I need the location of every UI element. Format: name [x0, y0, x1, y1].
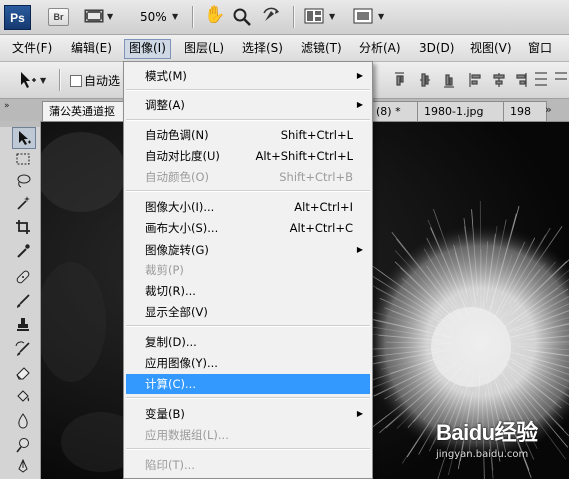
- clone-stamp-tool-button[interactable]: [12, 315, 34, 335]
- baidu-watermark: Baidu经验 jingyan.baidu.com: [436, 415, 564, 467]
- menu-separator: [126, 89, 370, 91]
- marquee-tool-button[interactable]: [12, 149, 34, 169]
- chevron-down-icon[interactable]: ▼: [107, 12, 113, 21]
- eyedropper-icon: [17, 244, 30, 258]
- menu-separator: [126, 325, 370, 327]
- image-menu-dropdown: 模式(M) ▶ 调整(A) ▶ 自动色调(N) Shift+Ctrl+L 自动对比度(…: [123, 61, 373, 479]
- menu-item-canvas-size[interactable]: 画布大小(S)... Alt+Ctrl+C: [125, 218, 371, 238]
- menu-separator: [126, 190, 370, 192]
- history-brush-icon: [15, 341, 30, 356]
- menu-file[interactable]: 文件(F): [8, 39, 56, 57]
- menu-item-image-rotation[interactable]: 图像旋转(G) ▶: [125, 240, 371, 260]
- menu-bar: 文件(F) 编辑(E) 图像(I) 图层(L) 选择(S) 滤镜(T) 分析(A…: [0, 35, 569, 62]
- paint-bucket-icon: [17, 390, 30, 402]
- arrange-documents-icon[interactable]: [304, 8, 324, 24]
- view-extras-button[interactable]: [84, 8, 104, 24]
- screen-mode-icon[interactable]: [353, 8, 373, 24]
- rotate-view-icon[interactable]: [260, 5, 282, 27]
- menu-3d[interactable]: 3D(D): [415, 39, 458, 57]
- menu-item-reveal-all[interactable]: 显示全部(V): [125, 302, 371, 322]
- brush-tool-button[interactable]: [12, 291, 34, 311]
- move-arrow-icon: [19, 131, 31, 145]
- marquee-icon: [16, 153, 30, 165]
- dodge-tool-button[interactable]: [12, 435, 34, 455]
- menu-item-mode[interactable]: 模式(M) ▶: [125, 66, 371, 86]
- menu-item-auto-tone[interactable]: 自动色调(N) Shift+Ctrl+L: [125, 125, 371, 145]
- brush-icon: [17, 294, 30, 308]
- menu-item-image-size[interactable]: 图像大小(I)... Alt+Ctrl+I: [125, 197, 371, 217]
- menu-window[interactable]: 窗口: [524, 39, 556, 57]
- pen-tool-button[interactable]: [12, 457, 34, 477]
- menu-item-adjustments[interactable]: 调整(A) ▶: [125, 95, 371, 115]
- healing-brush-tool-button[interactable]: [12, 267, 34, 287]
- menu-edit[interactable]: 编辑(E): [67, 39, 116, 57]
- tab-document-8[interactable]: (8) *: [371, 101, 421, 121]
- pen-icon: [18, 459, 28, 473]
- zoom-dropdown-icon[interactable]: ▼: [172, 12, 178, 21]
- stamp-icon: [17, 318, 29, 331]
- expand-panels-icon[interactable]: »: [4, 101, 10, 111]
- move-tool-icon[interactable]: [18, 71, 38, 89]
- menu-filter[interactable]: 滤镜(T): [297, 39, 346, 57]
- auto-select-checkbox[interactable]: [70, 75, 82, 87]
- dodge-icon: [16, 438, 29, 453]
- tab-198[interactable]: 198: [503, 101, 547, 121]
- water-drop-icon: [18, 413, 28, 429]
- hand-tool-icon[interactable]: ✋: [204, 5, 225, 25]
- menu-item-calculations[interactable]: 计算(C)...: [126, 374, 370, 394]
- divider: [59, 69, 61, 91]
- bandage-icon: [16, 270, 30, 284]
- align-buttons-icon[interactable]: [392, 70, 542, 90]
- baidu-logo: Baidu经验: [436, 420, 538, 445]
- divider: [293, 6, 295, 28]
- menu-item-auto-color: 自动颜色(O) Shift+Ctrl+B: [145, 170, 353, 184]
- divider: [192, 6, 194, 28]
- menu-view[interactable]: 视图(V): [466, 39, 516, 57]
- eraser-icon: [16, 367, 30, 380]
- menu-item-apply-image[interactable]: 应用图像(Y)...: [125, 353, 371, 373]
- menu-separator: [126, 448, 370, 450]
- history-brush-tool-button[interactable]: [12, 339, 34, 359]
- move-tool-button[interactable]: [12, 127, 36, 149]
- more-tabs-icon[interactable]: »: [545, 103, 552, 116]
- tab-1980-1[interactable]: 1980-1.jpg: [417, 101, 511, 121]
- menu-item-crop: 裁剪(P): [145, 263, 184, 277]
- bridge-button[interactable]: Br: [48, 8, 69, 26]
- watermark-url: jingyan.baidu.com: [436, 449, 529, 460]
- photoshop-logo: Ps: [4, 5, 31, 30]
- paint-bucket-tool-button[interactable]: [12, 387, 34, 407]
- menu-image[interactable]: 图像(I): [124, 39, 171, 59]
- tool-preset-dropdown-icon[interactable]: ▼: [40, 76, 46, 85]
- zoom-level[interactable]: 50%: [140, 10, 167, 24]
- menu-analysis[interactable]: 分析(A): [355, 39, 405, 57]
- tab-dandelion-channel[interactable]: 蒲公英通道抠: [42, 101, 134, 121]
- menu-item-auto-contrast[interactable]: 自动对比度(U) Alt+Shift+Ctrl+L: [125, 146, 371, 166]
- zoom-tool-icon[interactable]: [232, 7, 252, 27]
- eraser-tool-button[interactable]: [12, 363, 34, 383]
- menu-item-trim[interactable]: 裁切(R)...: [125, 281, 371, 301]
- eyedropper-tool-button[interactable]: [12, 241, 34, 261]
- auto-select-label: 自动选: [84, 74, 121, 88]
- distribute-buttons-icon[interactable]: [533, 70, 569, 90]
- application-bar: Ps Br ▼ 50% ▼ ✋ ▼ ▼: [0, 0, 569, 35]
- menu-separator: [126, 397, 370, 399]
- menu-item-duplicate[interactable]: 复制(D)...: [125, 332, 371, 352]
- chevron-down-icon[interactable]: ▼: [378, 12, 384, 21]
- blur-tool-button[interactable]: [12, 411, 34, 431]
- film-icon: [84, 9, 104, 23]
- menu-layer[interactable]: 图层(L): [180, 39, 228, 57]
- menu-separator: [126, 119, 370, 121]
- lasso-icon: [17, 174, 31, 188]
- lasso-tool-button[interactable]: [12, 171, 34, 191]
- crop-tool-button[interactable]: [12, 217, 34, 237]
- magic-wand-tool-button[interactable]: [12, 193, 34, 213]
- tools-panel: [0, 121, 41, 479]
- menu-item-trap: 陷印(T)...: [145, 458, 195, 472]
- menu-item-apply-data-set: 应用数据组(L)...: [145, 428, 229, 442]
- magic-wand-icon: [17, 196, 30, 210]
- menu-item-variables[interactable]: 变量(B) ▶: [125, 404, 371, 424]
- crop-icon: [16, 220, 30, 234]
- chevron-down-icon[interactable]: ▼: [329, 12, 335, 21]
- menu-select[interactable]: 选择(S): [238, 39, 287, 57]
